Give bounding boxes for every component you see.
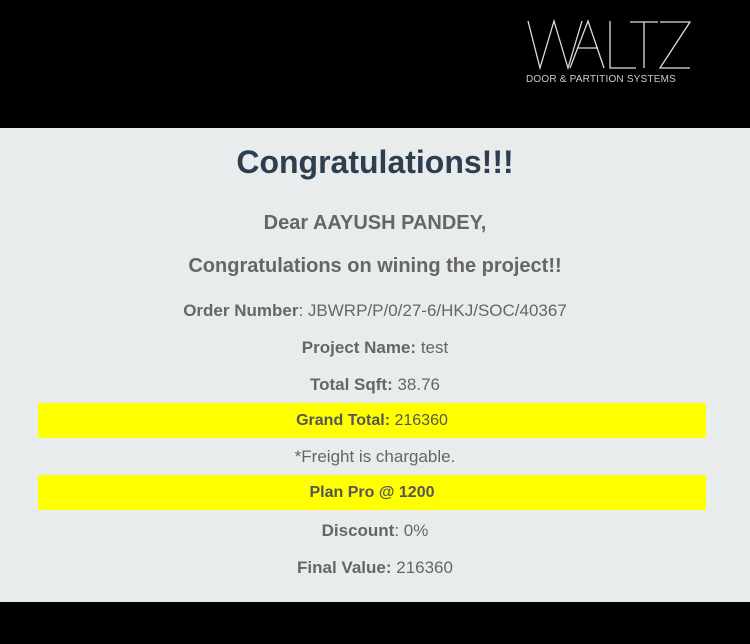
plan: Plan Pro @ 1200 [38,475,706,510]
order-number: Order Number: JBWRP/P/0/27-6/HKJ/SOC/403… [0,292,750,329]
project-name-value: test [416,338,449,357]
total-sqft-label: Total Sqft: [309,375,393,394]
freight-note: *Freight is chargable. [294,447,456,466]
grand-total-label: Grand Total: [296,412,391,429]
page-title: Congratulations!!! [236,144,514,180]
discount-sep: : [394,521,404,540]
total-sqft: Total Sqft: 38.76 [0,366,750,403]
plan-label: Plan Pro @ 1200 [309,484,435,501]
grand-total: Grand Total: 216360 [38,403,706,438]
project-name-label: Project Name: [301,338,417,357]
final-value-label: Final Value: [297,558,392,577]
logo-tagline: DOOR & PARTITION SYSTEMS [526,74,677,85]
order-sep: : [298,301,308,320]
discount-value: 0% [403,521,429,540]
total-sqft-value: 38.76 [392,375,441,394]
greeting: Dear AAYUSH PANDEY, [263,212,487,234]
order-number-label: Order Number [183,301,299,320]
project-name: Project Name: test [0,329,750,366]
grand-total-value: 216360 [390,412,448,429]
order-number-value: JBWRP/P/0/27-6/HKJ/SOC/40367 [307,301,567,320]
discount-label: Discount [321,521,395,540]
email-header: DOOR & PARTITION SYSTEMS [0,0,750,128]
discount: Discount: 0% [0,512,750,549]
message: Congratulations on wining the project!! [188,255,562,277]
waltz-logo: DOOR & PARTITION SYSTEMS [526,18,692,85]
final-value-value: 216360 [391,558,453,577]
content-panel: Congratulations!!! Dear AAYUSH PANDEY, C… [0,128,750,602]
final-value: Final Value: 216360 [0,549,750,586]
